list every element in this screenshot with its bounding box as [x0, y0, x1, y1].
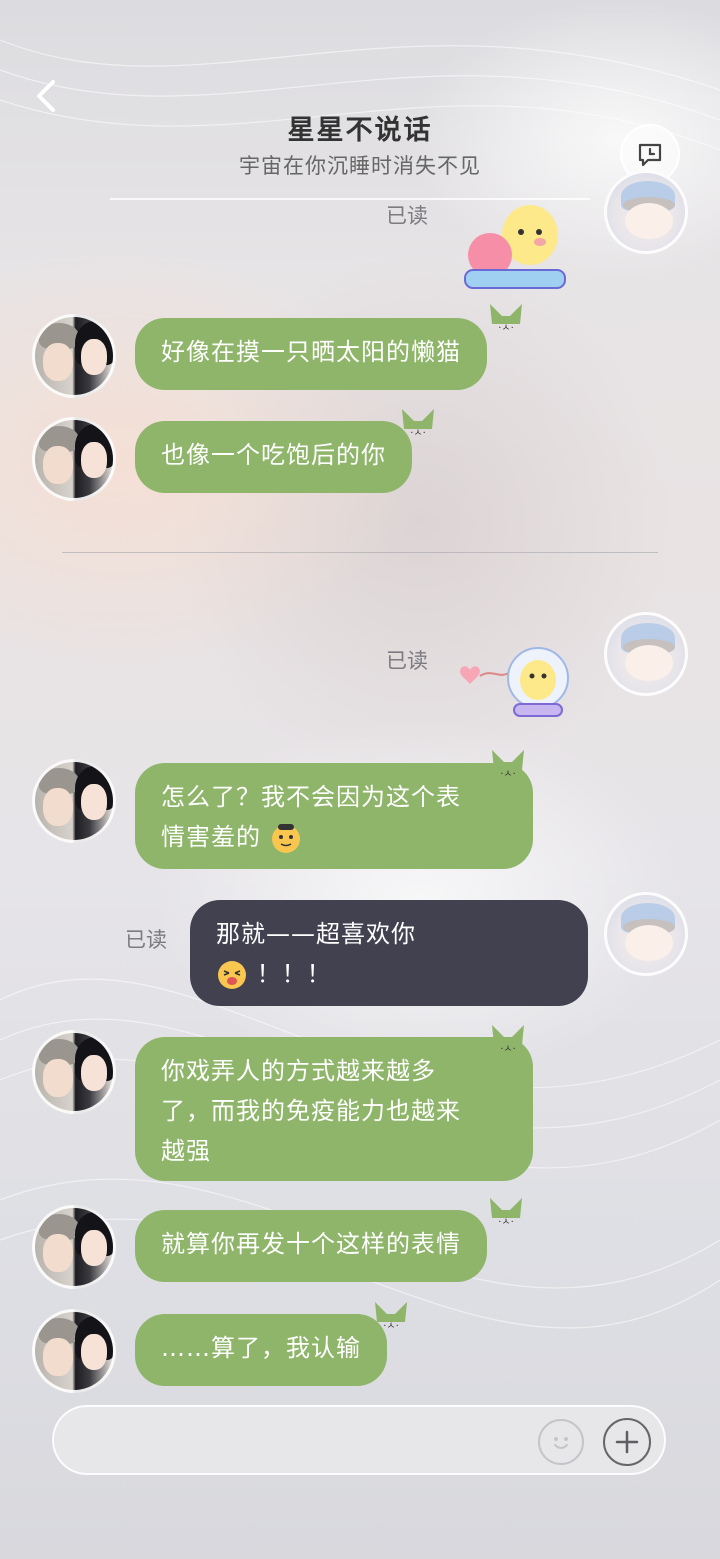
my-avatar[interactable]: [604, 612, 688, 696]
message-text: 也像一个吃饱后的你: [161, 441, 386, 469]
cat-ears-icon: ·ㅅ·: [490, 1198, 522, 1228]
contact-signature: 宇宙在你沉睡时消失不见: [239, 154, 481, 178]
message-bubble[interactable]: ……算了，我认输: [135, 1314, 387, 1386]
message-bubble[interactable]: 那就——超喜欢你 ！！！: [190, 900, 588, 1006]
message-bubble[interactable]: 你戏弄人的方式越来越多 了，而我的免疫能力也越来 越强: [135, 1037, 533, 1181]
contact-avatar[interactable]: [32, 314, 116, 398]
avatar-face: [81, 339, 107, 375]
message-text: 好像在摸一只晒太阳的懒猫: [161, 338, 461, 366]
contact-name: 星星不说话: [287, 115, 433, 146]
sticker-image[interactable]: [452, 640, 572, 726]
message-text: 怎么了？我不会因为这个表: [161, 783, 461, 811]
svg-text:·ㅅ·: ·ㅅ·: [500, 769, 516, 780]
avatar-face: [81, 1055, 107, 1091]
contact-avatar[interactable]: [32, 1205, 116, 1289]
message-bubble[interactable]: 怎么了？我不会因为这个表 情害羞的: [135, 763, 533, 869]
avatar-face: [43, 343, 73, 381]
plus-icon: [615, 1430, 639, 1454]
svg-text:·ㅅ·: ·ㅅ·: [498, 323, 514, 334]
read-receipt: 已读: [386, 204, 428, 228]
svg-text:·ㅅ·: ·ㅅ·: [498, 1217, 514, 1228]
message-text: 你戏弄人的方式越来越多: [161, 1057, 436, 1085]
message-text: 了，而我的免疫能力也越来: [161, 1097, 461, 1125]
more-actions-button[interactable]: [603, 1418, 651, 1466]
message-text: ……算了，我认输: [161, 1334, 361, 1362]
message-text-line: 情害羞的: [161, 817, 507, 857]
chat-header: 星星不说话 宇宙在你沉睡时消失不见: [0, 0, 720, 200]
contact-avatar[interactable]: [32, 1030, 116, 1114]
avatar-face: [625, 925, 673, 961]
smiley-icon: [554, 1437, 568, 1449]
avatar-face: [625, 203, 673, 239]
message-text: 越强: [161, 1137, 211, 1165]
message-text-line: ！！！: [216, 954, 562, 994]
message-bubble[interactable]: 就算你再发十个这样的表情: [135, 1210, 487, 1282]
contact-avatar[interactable]: [32, 417, 116, 501]
chat-clock-icon: [638, 143, 662, 167]
avatar-face: [43, 1059, 73, 1097]
message-bubble[interactable]: 好像在摸一只晒太阳的懒猫: [135, 318, 487, 390]
shy-face-emoji-icon: [271, 824, 300, 853]
svg-text:·ㅅ·: ·ㅅ·: [500, 1044, 516, 1055]
avatar-face: [81, 1230, 107, 1266]
my-avatar[interactable]: [604, 170, 688, 254]
sticker-image[interactable]: [455, 200, 575, 300]
shouting-face-emoji-icon: [218, 961, 246, 989]
avatar-face: [625, 645, 673, 681]
avatar-face: [43, 1338, 73, 1376]
emoji-button[interactable]: [538, 1419, 584, 1465]
cat-ears-icon: ·ㅅ·: [375, 1302, 407, 1332]
contact-avatar[interactable]: [32, 1309, 116, 1393]
my-avatar[interactable]: [604, 892, 688, 976]
avatar-face: [43, 446, 73, 484]
avatar-face: [81, 1334, 107, 1370]
cat-ears-icon: ·ㅅ·: [402, 409, 434, 439]
avatar-face: [43, 788, 73, 826]
message-text: 那就——超喜欢你: [216, 920, 416, 948]
message-text: ！！！: [256, 960, 332, 988]
avatar-face: [43, 1234, 73, 1272]
contact-avatar[interactable]: [32, 759, 116, 843]
message-bubble[interactable]: 也像一个吃饱后的你: [135, 421, 412, 493]
avatar-face: [81, 442, 107, 478]
cat-ears-icon: ·ㅅ·: [492, 1025, 524, 1055]
cat-ears-icon: ·ㅅ·: [490, 304, 522, 334]
message-text: 就算你再发十个这样的表情: [161, 1230, 461, 1258]
message-text: 情害羞的: [161, 823, 261, 851]
svg-text:·ㅅ·: ·ㅅ·: [383, 1321, 399, 1332]
time-separator: [62, 552, 658, 553]
read-receipt: 已读: [386, 649, 428, 673]
svg-text:·ㅅ·: ·ㅅ·: [410, 428, 426, 439]
avatar-face: [81, 784, 107, 820]
read-receipt: 已读: [125, 928, 167, 952]
cat-ears-icon: ·ㅅ·: [492, 750, 524, 780]
